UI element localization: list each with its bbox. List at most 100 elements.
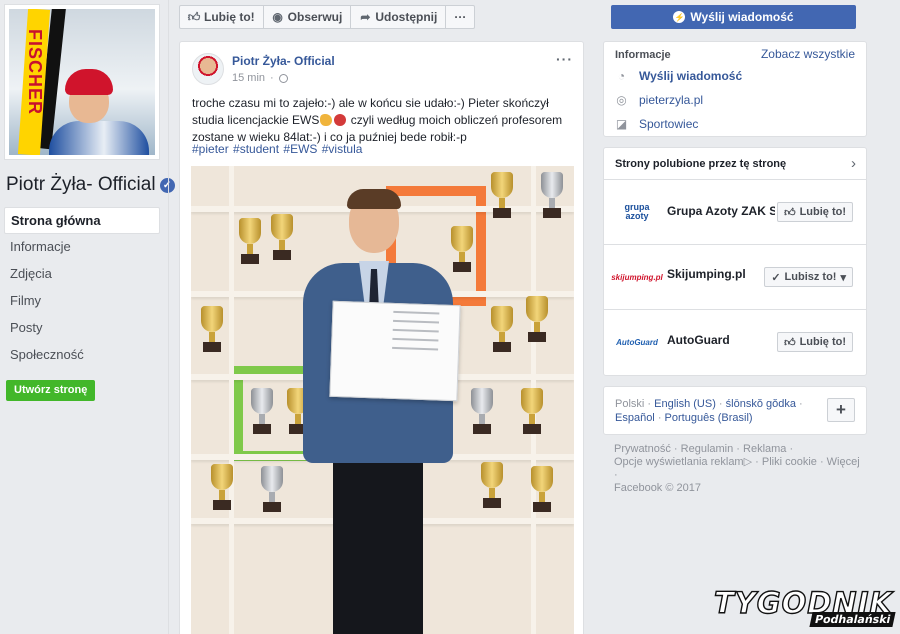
- autoguard-logo-text: AutoGuard: [616, 337, 658, 347]
- skijumping-logo-text: skijumping.pl: [611, 272, 663, 282]
- footer-link-privacy[interactable]: Prywatność: [614, 443, 671, 455]
- person-holding-diploma: [291, 181, 471, 634]
- trophy: [239, 218, 261, 264]
- footer-link-more[interactable]: Więcej: [827, 456, 860, 468]
- more-options-label: ···: [454, 10, 467, 24]
- create-page-button[interactable]: Utwórz stronę: [6, 380, 96, 401]
- trophy: [211, 464, 233, 510]
- like-button-label: Lubię to!: [799, 336, 846, 348]
- trophy: [481, 462, 503, 508]
- post-timestamp[interactable]: 15 min: [232, 72, 265, 84]
- skijumping-logo[interactable]: skijumping.pl: [611, 263, 663, 291]
- post-author-avatar[interactable]: [192, 53, 224, 85]
- like-page-button[interactable]: 👍︎ Lubię to!: [777, 332, 853, 352]
- footer-link-terms[interactable]: Regulamin: [681, 443, 734, 455]
- page-action-bar: 👍︎ Lubię to! ◉ Obserwuj ➦ Udostępnij ···: [179, 5, 476, 29]
- language-line-1: Polski · English (US) · ślōnskŏ gŏdka ·: [615, 398, 803, 410]
- info-website-row[interactable]: ◎ pieterzyla.pl: [615, 93, 703, 107]
- trophy: [491, 172, 513, 218]
- send-message-label: Wyślij wiadomość: [690, 10, 794, 24]
- send-message-button[interactable]: ⚡ Wyślij wiadomość: [611, 5, 856, 29]
- post-text: troche czasu mi to zajeło:-) ale w końcu…: [192, 95, 577, 146]
- left-nav: Strona główna Informacje Zdjęcia Filmy P…: [4, 207, 160, 369]
- liked-page-dropdown-button[interactable]: ✓ Lubisz to! ▾: [764, 267, 853, 287]
- info-card-title: Informacje: [615, 49, 671, 61]
- rss-icon: ◉: [272, 10, 283, 24]
- liked-page-row: grupa azoty Grupa Azoty ZAK S.A. 👍︎ Lubi…: [604, 179, 866, 244]
- trophy: [201, 306, 223, 352]
- post-photo[interactable]: [191, 166, 574, 634]
- page-title[interactable]: Piotr Żyła- Official ✓: [6, 174, 175, 196]
- see-all-link[interactable]: Zobacz wszystkie: [761, 47, 855, 61]
- chevron-right-icon[interactable]: ›: [851, 155, 856, 172]
- post-hashtags[interactable]: #pieter #student #EWS #vistula: [192, 142, 362, 156]
- messenger-icon: ◔: [617, 69, 626, 83]
- post-card: Piotr Żyła- Official 15 min · ··· troche…: [179, 41, 584, 634]
- info-category-link[interactable]: Sportowiec: [639, 117, 698, 131]
- language-selector-card: Polski · English (US) · ślōnskŏ gŏdka · …: [603, 386, 867, 435]
- grupa-azoty-logo-text: grupa azoty: [624, 202, 650, 221]
- nav-item-videos[interactable]: Filmy: [4, 288, 160, 315]
- info-website-link[interactable]: pieterzyla.pl: [639, 93, 703, 107]
- flexed-biceps-emoji-icon: [320, 114, 333, 126]
- liked-page-name[interactable]: Skijumping.pl: [667, 267, 746, 281]
- trophy: [541, 172, 563, 218]
- like-page-button[interactable]: 👍︎ Lubię to!: [777, 202, 853, 222]
- post-author-name[interactable]: Piotr Żyła- Official: [232, 54, 335, 68]
- trophy: [526, 296, 548, 342]
- footer-links: Prywatność · Regulamin · Reklama · Opcje…: [614, 443, 860, 494]
- liked-page-name[interactable]: Grupa Azoty ZAK S.A.: [667, 204, 775, 218]
- share-label: Udostępnij: [375, 10, 438, 24]
- language-line-2: Español · Português (Brasil): [615, 412, 753, 424]
- liked-page-row: skijumping.pl Skijumping.pl ✓ Lubisz to!…: [604, 244, 866, 309]
- watermark-subtitle: Podhalański: [808, 612, 896, 627]
- autoguard-logo[interactable]: AutoGuard: [615, 328, 659, 356]
- thumbs-up-icon: 👍︎: [784, 206, 796, 219]
- profile-logo-text: FISCHER: [25, 29, 45, 116]
- like-page-button[interactable]: 👍︎ Lubię to!: [180, 6, 264, 28]
- messenger-icon: ⚡: [673, 11, 686, 23]
- liked-pages-title[interactable]: Strony polubione przez tę stronę: [615, 158, 786, 170]
- language-link[interactable]: Português (Brasil): [665, 412, 753, 424]
- trophy: [271, 214, 293, 260]
- diploma: [329, 300, 461, 402]
- trophy: [261, 466, 283, 512]
- nav-item-photos[interactable]: Zdjęcia: [4, 261, 160, 288]
- footer-link-ads[interactable]: Reklama: [743, 443, 786, 455]
- language-link[interactable]: ślōnskŏ gŏdka: [726, 398, 796, 410]
- nav-item-posts[interactable]: Posty: [4, 315, 160, 342]
- add-language-button[interactable]: +: [827, 398, 855, 422]
- trophy: [531, 466, 553, 512]
- share-button[interactable]: ➦ Udostępnij: [351, 6, 447, 28]
- smiling-devil-emoji-icon: [334, 114, 347, 126]
- ad-choices-icon: ▷: [743, 456, 753, 468]
- post-meta: 15 min ·: [232, 72, 288, 84]
- trophy: [251, 388, 273, 434]
- info-send-message-row[interactable]: ◔ Wyślij wiadomość: [615, 69, 742, 83]
- footer-link-ad-choices[interactable]: Opcje wyświetlania reklam: [614, 456, 744, 468]
- watermark-logo: TYGODNIK Podhalański: [713, 587, 898, 632]
- trophy: [521, 388, 543, 434]
- footer-link-cookies[interactable]: Pliki cookie: [762, 456, 817, 468]
- like-page-label: Lubię to!: [204, 10, 255, 24]
- more-options-button[interactable]: ···: [446, 6, 474, 28]
- post-options-icon[interactable]: ···: [556, 51, 573, 67]
- language-link[interactable]: Español: [615, 412, 655, 424]
- checkmark-icon: ✓: [771, 271, 781, 284]
- footer-copyright: Facebook © 2017: [614, 482, 701, 494]
- nav-item-home[interactable]: Strona główna: [4, 207, 160, 234]
- nav-item-community[interactable]: Społeczność: [4, 342, 160, 369]
- language-link[interactable]: English (US): [654, 398, 716, 410]
- meta-separator: ·: [270, 72, 274, 84]
- globe-icon[interactable]: [278, 73, 288, 83]
- profile-photo: FISCHER: [9, 9, 155, 155]
- nav-item-about[interactable]: Informacje: [4, 234, 160, 261]
- grupa-azoty-logo[interactable]: grupa azoty: [615, 198, 659, 226]
- info-send-message-link[interactable]: Wyślij wiadomość: [639, 69, 742, 83]
- follow-button[interactable]: ◉ Obserwuj: [264, 6, 352, 28]
- liked-page-name[interactable]: AutoGuard: [667, 333, 730, 347]
- current-language: Polski: [615, 398, 645, 410]
- info-card: Informacje Zobacz wszystkie ◔ Wyślij wia…: [603, 41, 867, 137]
- info-category-row[interactable]: ◪ Sportowiec: [615, 117, 699, 131]
- profile-picture[interactable]: FISCHER: [4, 4, 160, 160]
